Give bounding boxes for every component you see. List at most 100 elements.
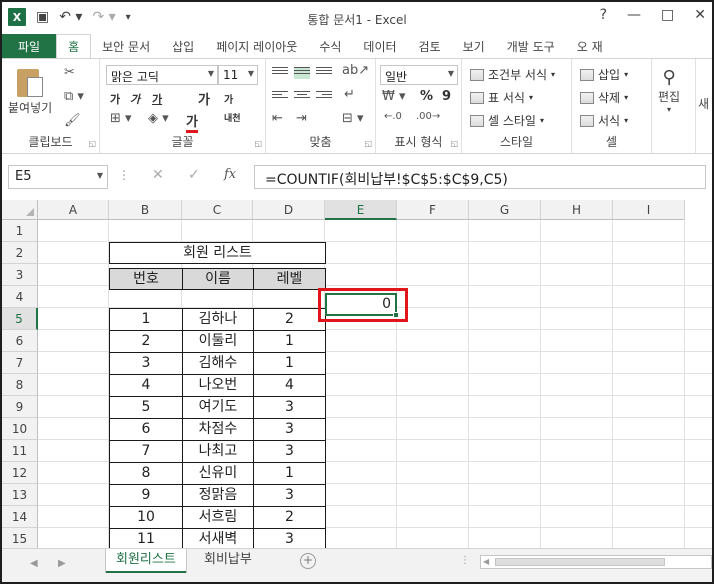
fill-color-icon[interactable]: ◈ ▾ [148,111,169,126]
merge-center-icon[interactable]: ⊟ ▾ [342,111,364,126]
column-header-c[interactable]: C [182,200,253,220]
table-cell[interactable]: 김해수 [182,352,254,375]
decrease-decimal-icon[interactable]: .00→ [416,111,440,122]
table-cell[interactable]: 6 [109,418,183,441]
column-header-h[interactable]: H [541,200,613,220]
name-box[interactable]: E5 ▼ [8,165,108,189]
table-cell[interactable]: 3 [253,396,326,419]
currency-icon[interactable]: ₩ ▾ [382,89,406,104]
scrollbar-thumb[interactable] [495,558,665,566]
increase-indent-icon[interactable]: ⇥ [296,111,307,126]
percent-button[interactable]: % [420,89,433,104]
font-size-combo[interactable]: 11 ▼ [218,65,258,85]
bold-button[interactable]: 가 [110,91,120,107]
table-cell[interactable]: 5 [109,396,183,419]
column-header-i[interactable]: I [613,200,685,220]
column-header-f[interactable]: F [397,200,469,220]
table-cell[interactable]: 9 [109,484,183,507]
row-header-4[interactable]: 4 [2,286,38,308]
tab-user[interactable]: 오 재 [566,34,614,58]
table-cell[interactable]: 여기도 [182,396,254,419]
table-cell[interactable]: 1 [253,330,326,353]
table-cell[interactable]: 2 [109,330,183,353]
shrink-font-button[interactable]: 가 [224,91,233,106]
help-button[interactable]: ? [600,7,607,23]
cancel-icon[interactable]: ✕ [152,167,164,183]
table-cell[interactable]: 서새벽 [182,528,254,548]
format-painter-icon[interactable]: 🖌 [64,113,81,128]
italic-button[interactable]: 가 [130,91,140,107]
table-cell[interactable]: 4 [109,374,183,397]
insert-function-icon[interactable]: fx [224,167,236,182]
table-cell[interactable]: 3 [253,528,326,548]
restore-button[interactable]: □ [661,7,674,23]
decrease-indent-icon[interactable]: ⇤ [272,111,283,126]
delete-cells-button[interactable]: 삭제 ▾ [580,89,628,106]
format-as-table-button[interactable]: 표 서식 ▾ [470,89,533,106]
row-header-11[interactable]: 11 [2,440,38,462]
table-cell[interactable]: 10 [109,506,183,529]
column-header-g[interactable]: G [469,200,541,220]
tab-home[interactable]: 홈 [56,34,92,58]
enter-icon[interactable]: ✓ [188,167,200,183]
add-sheet-icon[interactable]: + [300,553,316,569]
comma-button[interactable]: 9 [442,89,451,104]
table-title[interactable]: 회원 리스트 [109,242,326,264]
horizontal-scrollbar[interactable]: ◀ [480,555,712,569]
table-cell[interactable]: 1 [109,308,183,331]
border-icon[interactable]: ⊞ ▾ [110,111,132,126]
column-header-b[interactable]: B [109,200,182,220]
new-group-button[interactable]: 새 [698,95,709,112]
cut-icon[interactable]: ✂ [64,65,75,80]
table-cell[interactable]: 서흐림 [182,506,254,529]
table-cell[interactable]: 1 [253,352,326,375]
column-header-a[interactable]: A [38,200,109,220]
find-select-button[interactable]: ⚲ 편집 ▾ [658,67,680,114]
table-cell[interactable]: 4 [253,374,326,397]
row-header-7[interactable]: 7 [2,352,38,374]
row-header-2[interactable]: 2 [2,242,38,264]
paste-button[interactable]: 붙여넣기 [8,65,52,116]
table-cell[interactable]: 11 [109,528,183,548]
table-cell[interactable]: 차점수 [182,418,254,441]
copy-icon[interactable]: ⧉ ▾ [64,89,84,104]
font-launcher-icon[interactable]: ◱ [254,139,262,148]
table-cell[interactable]: 2 [253,308,326,331]
tab-review[interactable]: 검토 [408,34,452,58]
row-header-15[interactable]: 15 [2,528,38,548]
font-color-button[interactable]: 가 [186,111,198,133]
tab-formulas[interactable]: 수식 [308,34,352,58]
table-cell[interactable]: 1 [253,462,326,485]
tab-view[interactable]: 보기 [452,34,496,58]
wrap-text-icon[interactable]: ↵ [344,87,355,102]
table-cell[interactable]: 2 [253,506,326,529]
prev-sheet-icon[interactable]: ◀ [30,558,38,569]
align-center-icon[interactable] [294,91,310,103]
row-header-6[interactable]: 6 [2,330,38,352]
number-launcher-icon[interactable]: ◱ [450,139,458,148]
table-cell[interactable]: 나오번 [182,374,254,397]
row-header-9[interactable]: 9 [2,396,38,418]
number-format-combo[interactable]: 일반 ▼ [380,65,458,85]
table-cell[interactable]: 7 [109,440,183,463]
select-all-button[interactable] [2,200,38,220]
formula-input[interactable]: =COUNTIF(회비납부!$C$5:$C$9,C5) [254,165,706,189]
minimize-button[interactable]: — [627,7,641,23]
table-header-cell[interactable]: 번호 [109,268,183,290]
cell-styles-button[interactable]: 셀 스타일 ▾ [470,112,544,129]
row-header-12[interactable]: 12 [2,462,38,484]
worksheet-grid[interactable]: ABCDEFGHI 12345678910111213141516 회원 리스트… [2,200,712,548]
grow-font-button[interactable]: 가 [198,89,210,108]
align-bottom-icon[interactable] [316,67,332,79]
table-cell[interactable]: 이둘리 [182,330,254,353]
sheet-tab-members[interactable]: 회원리스트 [106,549,186,573]
column-header-e[interactable]: E [325,200,397,220]
next-sheet-icon[interactable]: ▶ [58,558,66,569]
table-cell[interactable]: 신유미 [182,462,254,485]
table-cell[interactable]: 3 [253,440,326,463]
sheet-tab-fees[interactable]: 회비납부 [194,549,262,573]
insert-cells-button[interactable]: 삽입 ▾ [580,66,628,83]
increase-decimal-icon[interactable]: ←.0 [384,111,402,122]
row-header-10[interactable]: 10 [2,418,38,440]
table-header-cell[interactable]: 레벨 [253,268,326,290]
